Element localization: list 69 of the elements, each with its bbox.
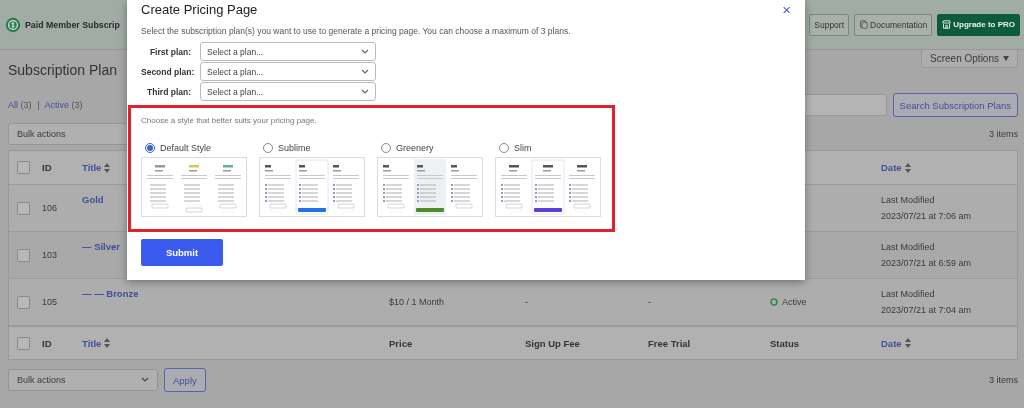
header-button[interactable]: Support [809,13,850,36]
id-cell-text: 105 [42,297,59,307]
column-header-link[interactable]: Title [82,162,389,173]
column-header-link[interactable]: Title [82,337,389,349]
select-all-checkbox[interactable] [17,336,30,350]
date-label: Last Modified [881,289,936,299]
style-radio[interactable]: Slim [495,143,601,153]
status-label: Active [770,297,881,307]
column-header: Sign Up Fee [525,337,581,349]
table-cell-text: - [525,297,529,307]
sort-icon [904,162,911,173]
bulk-actions-select[interactable]: Bulk actions [8,369,158,391]
column-header: Price [389,337,414,349]
column-header: Status [770,337,801,349]
header-button[interactable]: Upgrade to PRO [937,13,1020,36]
date-value: 2023/07/21 at 6:59 am [881,258,973,268]
column-header-link[interactable]: Date [881,337,1017,349]
document-icon [859,20,869,29]
logo-icon [5,16,21,33]
style-prompt: Choose a style that better suits your pricing page. [141,116,318,125]
sort-icon [904,338,911,348]
close-button[interactable]: × [780,1,793,18]
header-button[interactable]: Documentation [854,13,933,36]
filter-link[interactable]: All (3) [8,100,32,110]
chevron-icon [361,68,369,75]
id-cell-text: 106 [42,203,59,213]
row-checkbox[interactable] [17,248,30,262]
apply-button[interactable]: Apply [164,368,206,392]
chevron-icon [361,88,369,95]
date-label: Last Modified [881,242,936,252]
filter-link[interactable]: Active (3) [44,100,83,110]
sort-icon [104,338,111,348]
date-value: 2023/07/21 at 7:04 am [881,305,973,315]
page-title: Subscription Plan [7,62,118,80]
table-cell-text: $10 / 1 Month [389,297,446,307]
column-header-link[interactable]: Date [881,162,1017,173]
date-label: Last Modified [881,195,936,205]
brand-name: Paid Member Subscrip [25,19,120,30]
row-checkbox[interactable] [17,201,30,215]
modal-title: Create Pricing Page [141,2,258,19]
plan-label: Third plan: [146,86,191,97]
column-header: ID [42,162,53,173]
date-value: 2023/07/21 at 7:06 am [881,211,973,221]
chevron-icon [141,377,149,383]
plan-select[interactable]: Select a plan... [200,82,376,101]
plan-title-link[interactable]: — — Bronze [82,288,389,299]
column-header: Free Trial [648,337,692,349]
table-cell-text: - [648,297,652,307]
plan-select[interactable]: Select a plan... [200,42,376,61]
style-radio[interactable]: Greenery [377,143,483,153]
row-checkbox[interactable] [17,295,30,309]
modal-description: Select the subscription plan(s) you want to use to generate a pricing page. You can choose a maximum of 3 plans. [141,26,572,36]
store-icon [942,20,952,29]
item-count: 3 items [989,375,1018,385]
sort-icon [104,162,111,173]
screen-options-button[interactable]: Screen Options [921,50,1018,68]
column-header: ID [42,337,53,349]
search-button[interactable]: Search Subscription Plans [892,93,1018,117]
submit-button[interactable]: Submit [141,239,223,266]
chevron-icon [361,48,369,55]
plan-select[interactable]: Select a plan... [200,62,376,81]
caret-icon [1003,56,1009,61]
plan-label: First plan: [148,46,191,57]
select-all-checkbox[interactable] [17,161,30,174]
id-cell-text: 103 [42,250,59,260]
style-radio[interactable]: Sublime [259,143,365,153]
style-radio[interactable]: Default Style [141,143,247,153]
status-ring-icon [770,298,778,306]
item-count: 3 items [989,129,1018,139]
